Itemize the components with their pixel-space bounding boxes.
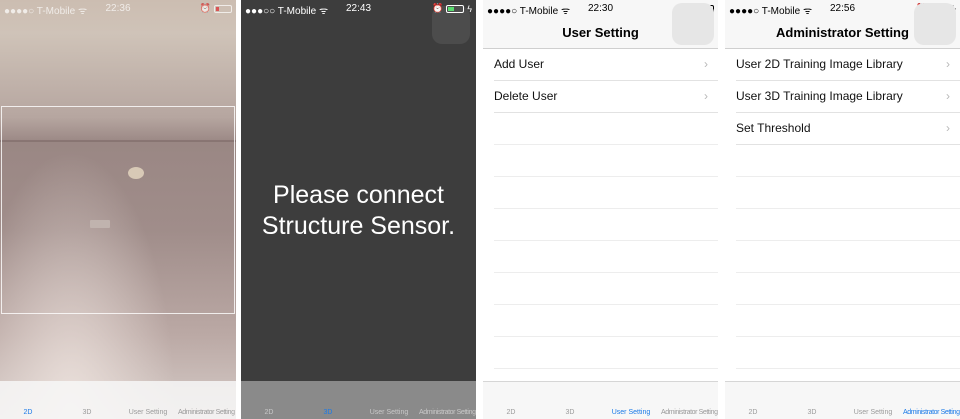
- empty-row: [494, 273, 718, 305]
- list-item-3d-training-library[interactable]: User 3D Training Image Library ›: [736, 81, 960, 113]
- tab-3d[interactable]: 3D: [799, 409, 825, 416]
- tab-bar: 2D 3D User Setting Administrator Setting: [241, 381, 476, 419]
- tab-bar: 2D 3D User Setting Administrator Setting: [0, 381, 236, 419]
- nav-bar: ●●●●○ T-Mobile ᯤ 22:56 ⏰ ϟ Administrator…: [725, 0, 960, 49]
- list-item-set-threshold[interactable]: Set Threshold ›: [736, 113, 960, 145]
- tab-3d[interactable]: 3D: [315, 409, 341, 416]
- empty-row: [736, 337, 960, 369]
- chevron-right-icon: ›: [946, 89, 950, 103]
- battery-icon: [214, 4, 232, 13]
- empty-row: [494, 209, 718, 241]
- empty-row: [736, 209, 960, 241]
- capture-frame: [1, 106, 235, 314]
- connect-sensor-message: Please connect Structure Sensor.: [261, 181, 456, 240]
- list-item-add-user[interactable]: Add User ›: [494, 49, 718, 81]
- page-title: Administrator Setting: [776, 25, 909, 40]
- status-bar: ●●●●○ T-Mobile ᯤ 22:36 ⏰: [0, 0, 236, 18]
- empty-row: [494, 337, 718, 369]
- tab-2d[interactable]: 2D: [15, 409, 41, 416]
- settings-list: Add User › Delete User ›: [483, 49, 718, 369]
- nav-bar: ●●●●○ T-Mobile ᯤ 22:30 ⏰ User Setting: [483, 0, 718, 49]
- chevron-right-icon: ›: [704, 89, 708, 103]
- chevron-right-icon: ›: [704, 57, 708, 71]
- empty-row: [736, 305, 960, 337]
- tab-2d[interactable]: 2D: [498, 409, 524, 416]
- alarm-icon: ⏰: [199, 3, 211, 13]
- screen-administrator-setting: ●●●●○ T-Mobile ᯤ 22:56 ⏰ ϟ Administrator…: [725, 0, 960, 419]
- settings-list: User 2D Training Image Library › User 3D…: [725, 49, 960, 369]
- empty-row: [494, 241, 718, 273]
- screen-user-setting: ●●●●○ T-Mobile ᯤ 22:30 ⏰ User Setting Ad…: [483, 0, 718, 419]
- tab-user-setting[interactable]: User Setting: [365, 409, 413, 416]
- empty-row: [736, 145, 960, 177]
- screen-2d-camera: ●●●●○ T-Mobile ᯤ 22:36 ⏰ 2D 3D User Sett…: [0, 0, 236, 419]
- tab-3d[interactable]: 3D: [557, 409, 583, 416]
- tab-2d[interactable]: 2D: [740, 409, 766, 416]
- tab-3d[interactable]: 3D: [74, 409, 100, 416]
- list-item-2d-training-library[interactable]: User 2D Training Image Library ›: [736, 49, 960, 81]
- tab-administrator-setting[interactable]: Administrator Setting: [903, 409, 960, 416]
- empty-row: [494, 305, 718, 337]
- chevron-right-icon: ›: [946, 121, 950, 135]
- tab-user-setting[interactable]: User Setting: [124, 409, 172, 416]
- empty-row: [494, 177, 718, 209]
- empty-row: [736, 273, 960, 305]
- page-title: User Setting: [562, 25, 639, 40]
- chevron-right-icon: ›: [946, 57, 950, 71]
- tab-administrator-setting[interactable]: Administrator Setting: [661, 409, 718, 416]
- empty-row: [494, 145, 718, 177]
- screen-3d-sensor: ●●●○○ T-Mobile ᯤ 22:43 ⏰ ϟ Please connec…: [241, 0, 476, 419]
- tab-bar: 2D 3D User Setting Administrator Setting: [725, 381, 960, 419]
- empty-row: [736, 241, 960, 273]
- empty-row: [494, 113, 718, 145]
- tab-2d[interactable]: 2D: [256, 409, 282, 416]
- list-item-delete-user[interactable]: Delete User ›: [494, 81, 718, 113]
- tab-administrator-setting[interactable]: Administrator Setting: [178, 409, 235, 416]
- tab-user-setting[interactable]: User Setting: [607, 409, 655, 416]
- tab-bar: 2D 3D User Setting Administrator Setting: [483, 381, 718, 419]
- empty-row: [736, 177, 960, 209]
- tab-administrator-setting[interactable]: Administrator Setting: [419, 409, 476, 416]
- tab-user-setting[interactable]: User Setting: [849, 409, 897, 416]
- overlay-button[interactable]: [432, 6, 470, 44]
